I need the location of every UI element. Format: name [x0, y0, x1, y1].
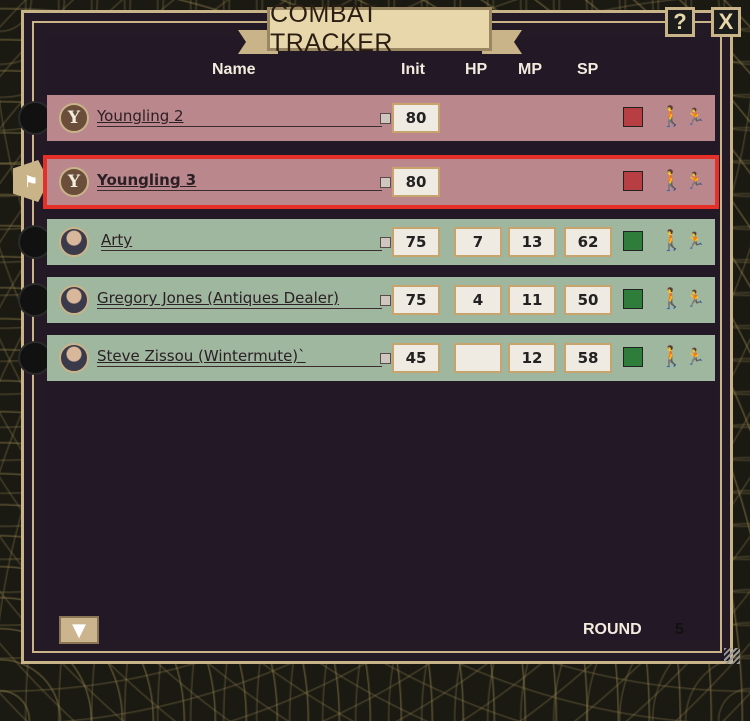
combatant-portrait[interactable] — [59, 343, 89, 373]
hp-field[interactable]: 7 — [454, 227, 502, 257]
combatant-row[interactable]: Gregory Jones (Antiques Dealer) 75 4 11 … — [47, 277, 715, 323]
name-underline — [97, 126, 382, 127]
init-field[interactable]: 75 — [392, 227, 440, 257]
combatant-row[interactable]: Y Youngling 2 80 🚶 🏃 — [47, 95, 715, 141]
combatant-name[interactable]: Steve Zissou (Wintermute)` — [97, 347, 306, 365]
walking-figure-icon[interactable]: 🚶 — [659, 104, 684, 128]
resize-grip[interactable] — [724, 648, 740, 664]
sp-field[interactable]: 62 — [564, 227, 612, 257]
scroll-down-button[interactable]: ▼ — [59, 616, 99, 644]
close-button[interactable]: X — [711, 7, 741, 37]
running-figures-icon[interactable]: 🏃 — [685, 347, 705, 366]
select-checkbox[interactable] — [380, 113, 391, 124]
combatant-token[interactable] — [20, 103, 50, 133]
hp-field[interactable] — [454, 343, 502, 373]
select-checkbox[interactable] — [380, 295, 391, 306]
combatant-name[interactable]: Youngling 2 — [97, 107, 184, 125]
column-header-sp: SP — [577, 61, 599, 78]
hp-field[interactable]: 4 — [454, 285, 502, 315]
name-underline — [101, 250, 382, 251]
combatant-token[interactable] — [20, 343, 50, 373]
combatant-row[interactable]: Arty 75 7 13 62 🚶 🏃 — [47, 219, 715, 265]
name-underline — [97, 190, 382, 191]
combatant-name[interactable]: Youngling 3 — [97, 171, 196, 189]
init-field[interactable]: 45 — [392, 343, 440, 373]
round-label: ROUND — [583, 621, 642, 638]
combatant-name[interactable]: Gregory Jones (Antiques Dealer) — [97, 289, 339, 307]
name-underline — [97, 308, 382, 309]
friendly-faction-icon[interactable] — [623, 289, 643, 309]
running-figures-icon[interactable]: 🏃 — [685, 107, 705, 126]
walking-figure-icon[interactable]: 🚶 — [659, 168, 684, 192]
running-figures-icon[interactable]: 🏃 — [685, 231, 705, 250]
select-checkbox[interactable] — [380, 237, 391, 248]
mp-field[interactable]: 11 — [508, 285, 556, 315]
init-field[interactable]: 75 — [392, 285, 440, 315]
mp-field[interactable]: 12 — [508, 343, 556, 373]
column-header-name: Name — [212, 61, 256, 78]
sp-field[interactable]: 50 — [564, 285, 612, 315]
walking-figure-icon[interactable]: 🚶 — [659, 344, 684, 368]
combatant-token[interactable] — [20, 285, 50, 315]
combatant-portrait[interactable] — [59, 227, 89, 257]
combatant-row-active[interactable]: Y Youngling 3 80 🚶 🏃 — [43, 155, 719, 209]
sp-field[interactable]: 58 — [564, 343, 612, 373]
walking-figure-icon[interactable]: 🚶 — [659, 286, 684, 310]
column-header-init: Init — [401, 61, 425, 78]
select-checkbox[interactable] — [380, 177, 391, 188]
friendly-faction-icon[interactable] — [623, 347, 643, 367]
select-checkbox[interactable] — [380, 353, 391, 364]
column-header-hp: HP — [465, 61, 488, 78]
friendly-faction-icon[interactable] — [623, 231, 643, 251]
triangle-down-icon: ▼ — [72, 619, 86, 641]
name-underline — [97, 366, 382, 367]
init-field[interactable]: 80 — [392, 167, 440, 197]
help-button[interactable]: ? — [665, 7, 695, 37]
combatant-row[interactable]: Steve Zissou (Wintermute)` 45 12 58 🚶 🏃 — [47, 335, 715, 381]
round-value[interactable]: 5 — [675, 621, 684, 639]
window-title: COMBAT TRACKER — [267, 0, 492, 57]
column-header-mp: MP — [518, 61, 542, 78]
running-figures-icon[interactable]: 🏃 — [685, 171, 705, 190]
mp-field[interactable]: 13 — [508, 227, 556, 257]
combatant-portrait[interactable] — [59, 285, 89, 315]
combatant-name[interactable]: Arty — [101, 231, 132, 249]
init-field[interactable]: 80 — [392, 103, 440, 133]
combatant-avatar[interactable]: Y — [59, 167, 89, 197]
running-figures-icon[interactable]: 🏃 — [685, 289, 705, 308]
walking-figure-icon[interactable]: 🚶 — [659, 228, 684, 252]
combatant-token[interactable] — [20, 227, 50, 257]
hostile-faction-icon[interactable] — [623, 171, 643, 191]
hostile-faction-icon[interactable] — [623, 107, 643, 127]
combatant-avatar[interactable]: Y — [59, 103, 89, 133]
